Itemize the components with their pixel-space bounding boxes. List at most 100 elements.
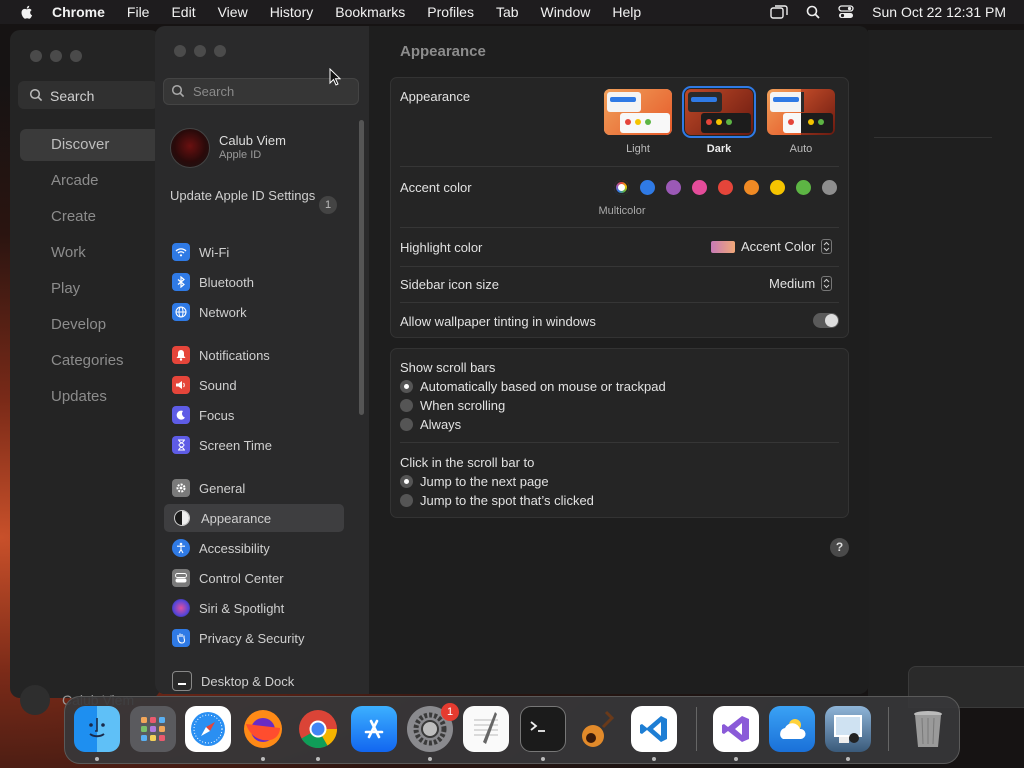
accent-swatch-pink[interactable] [692, 180, 707, 195]
sidebar-item-label: Network [199, 304, 247, 320]
window-zoom-button[interactable] [214, 45, 226, 57]
app-store-search-field[interactable]: Search [18, 81, 158, 109]
sidebar-item-general[interactable]: General [164, 474, 344, 502]
menu-app-name[interactable]: Chrome [52, 4, 105, 20]
accent-swatch-multicolor[interactable] [614, 180, 629, 195]
dock-finder[interactable] [74, 706, 120, 752]
sidebar-item-appearance[interactable]: Appearance [164, 504, 344, 532]
dock-firefox[interactable] [240, 706, 286, 752]
sidebar-item-wifi[interactable]: Wi-Fi [164, 238, 344, 266]
sidebar-item-notifications[interactable]: Notifications [164, 341, 344, 369]
app-store-nav-arcade[interactable]: Arcade [20, 165, 160, 197]
sidebar-item-sound[interactable]: Sound [164, 371, 344, 399]
apple-id-account[interactable]: Calub Viem Apple ID [170, 128, 286, 168]
sidebar-item-bluetooth[interactable]: Bluetooth [164, 268, 344, 296]
sidebar-item-siri-spotlight[interactable]: Siri & Spotlight [164, 594, 344, 622]
accent-swatch-orange[interactable] [744, 180, 759, 195]
menu-tab[interactable]: Tab [496, 4, 519, 20]
window-minimize-button[interactable] [50, 50, 62, 62]
window-zoom-button[interactable] [70, 50, 82, 62]
dock-safari[interactable] [185, 706, 231, 752]
textedit-icon [474, 712, 498, 744]
accent-swatch-green[interactable] [796, 180, 811, 195]
radio-jump-next-page[interactable]: Jump to the next page [400, 474, 549, 489]
menu-bookmarks[interactable]: Bookmarks [335, 4, 405, 20]
menu-profiles[interactable]: Profiles [427, 4, 474, 20]
app-store-nav-updates[interactable]: Updates [20, 381, 160, 413]
dock-visual-studio[interactable] [713, 706, 759, 752]
sidebar-icon-size-select[interactable]: Medium [769, 276, 833, 291]
accent-swatch-yellow[interactable] [770, 180, 785, 195]
sidebar-item-label: General [199, 480, 246, 496]
radio-label: Always [420, 417, 462, 432]
window-minimize-button[interactable] [194, 45, 206, 57]
sidebar-item-label: Bluetooth [199, 274, 254, 290]
dock-weather[interactable] [769, 706, 815, 752]
gear-icon [172, 479, 190, 497]
highlight-color-label: Highlight color [400, 240, 483, 255]
dock-trash[interactable] [905, 706, 951, 752]
dock-garageband[interactable] [575, 706, 621, 752]
menu-window[interactable]: Window [541, 4, 591, 20]
sidebar-item-focus[interactable]: Focus [164, 401, 344, 429]
globe-icon [172, 303, 190, 321]
dock-terminal[interactable] [520, 706, 566, 752]
radio-scroll-automatic[interactable]: Automatically based on mouse or trackpad [400, 379, 666, 394]
sidebar-item-privacy-security[interactable]: Privacy & Security [164, 624, 344, 652]
sidebar-item-control-center[interactable]: Control Center [164, 564, 344, 592]
sidebar-item-label: Accessibility [199, 540, 270, 556]
menu-file[interactable]: File [127, 4, 150, 20]
accent-swatch-graphite[interactable] [822, 180, 837, 195]
search-icon [171, 84, 185, 98]
appearance-option-auto[interactable] [767, 89, 835, 135]
radio-jump-spot-clicked[interactable]: Jump to the spot that’s clicked [400, 493, 594, 508]
menu-edit[interactable]: Edit [171, 4, 195, 20]
sidebar-scrollbar[interactable] [359, 120, 364, 415]
menu-history[interactable]: History [270, 4, 314, 20]
window-close-button[interactable] [30, 50, 42, 62]
dock-launchpad[interactable] [130, 706, 176, 752]
help-button[interactable]: ? [830, 538, 849, 557]
accent-swatch-purple[interactable] [666, 180, 681, 195]
radio-label: Jump to the next page [420, 474, 549, 489]
sidebar-item-accessibility[interactable]: Accessibility [164, 534, 344, 562]
highlight-color-select[interactable]: Accent Color [711, 239, 833, 254]
dock-app-store[interactable] [351, 706, 397, 752]
vscode-icon [640, 716, 667, 742]
app-store-nav-categories[interactable]: Categories [20, 345, 160, 377]
dock-vscode[interactable] [631, 706, 677, 752]
launchpad-grid-icon [141, 717, 165, 741]
app-store-nav-discover[interactable]: Discover [20, 129, 160, 161]
appearance-option-dark[interactable] [682, 86, 756, 138]
control-center-menu-icon[interactable] [838, 5, 854, 19]
update-badge: 1 [319, 196, 337, 214]
window-close-button[interactable] [174, 45, 186, 57]
app-store-nav-develop[interactable]: Develop [20, 309, 160, 341]
appearance-option-light[interactable] [604, 89, 672, 135]
window-switcher-icon[interactable] [770, 5, 788, 19]
radio-scroll-when-scrolling[interactable]: When scrolling [400, 398, 505, 413]
scroll-bar-settings-group: Show scroll bars Automatically based on … [390, 348, 849, 518]
apple-icon[interactable] [19, 4, 35, 20]
app-store-nav-work[interactable]: Work [20, 237, 160, 269]
menu-clock[interactable]: Sun Oct 22 12:31 PM [872, 4, 1006, 20]
dock-textedit[interactable] [463, 706, 509, 752]
system-settings-badge: 1 [441, 703, 459, 721]
sidebar-item-desktop-dock[interactable]: Desktop & Dock [164, 667, 344, 694]
spotlight-search-icon[interactable] [806, 5, 820, 19]
accent-color-label: Accent color [400, 180, 472, 195]
menu-view[interactable]: View [218, 4, 248, 20]
radio-scroll-always[interactable]: Always [400, 417, 461, 432]
menu-help[interactable]: Help [612, 4, 641, 20]
sidebar-item-screen-time[interactable]: Screen Time [164, 431, 344, 459]
sidebar-item-network[interactable]: Network [164, 298, 344, 326]
accent-swatch-blue[interactable] [640, 180, 655, 195]
app-store-nav-play[interactable]: Play [20, 273, 160, 305]
dock-chrome[interactable] [295, 706, 341, 752]
wallpaper-tinting-toggle[interactable] [813, 313, 839, 328]
accent-swatch-red[interactable] [718, 180, 733, 195]
update-apple-id-settings[interactable]: Update Apple ID Settings [170, 188, 320, 204]
app-store-nav-create[interactable]: Create [20, 201, 160, 233]
dock-preview[interactable] [825, 706, 871, 752]
wifi-icon [172, 243, 190, 261]
